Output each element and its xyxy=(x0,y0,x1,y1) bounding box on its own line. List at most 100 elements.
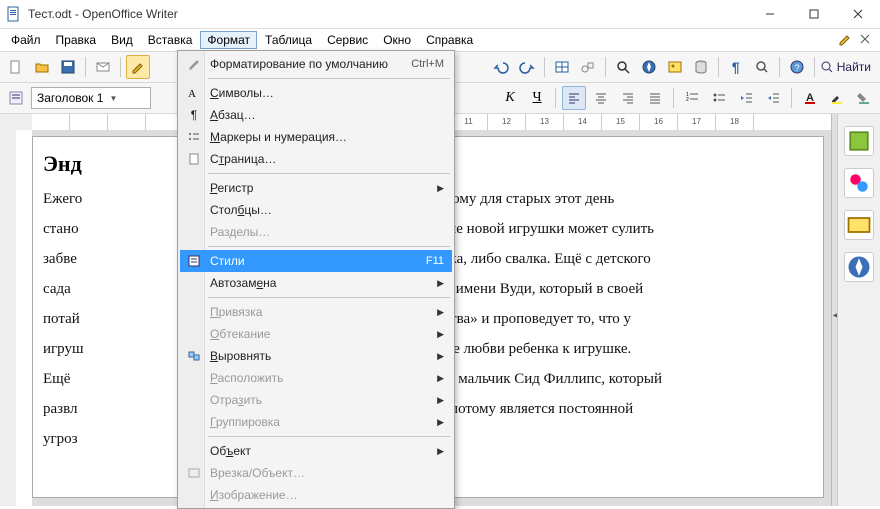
open-button[interactable] xyxy=(30,55,54,79)
doc-close-icon[interactable] xyxy=(860,33,870,47)
sidebar-properties-button[interactable] xyxy=(844,126,874,156)
menu-item-bullets[interactable]: Маркеры и нумерация… xyxy=(180,126,452,148)
search-icon xyxy=(820,60,834,74)
zoom-button[interactable] xyxy=(750,55,774,79)
sidebar-gallery-button[interactable] xyxy=(844,210,874,240)
title-bar: Тест.odt - OpenOffice Writer xyxy=(0,0,880,29)
menu-window[interactable]: Окно xyxy=(376,31,418,49)
mail-button[interactable] xyxy=(91,55,115,79)
menu-item-autocorrect[interactable]: Автозамена▶ xyxy=(180,272,452,294)
submenu-arrow-icon: ▶ xyxy=(437,446,444,457)
menu-item-sections: Разделы… xyxy=(180,221,452,243)
menu-item-wrap: Обтекание▶ xyxy=(180,323,452,345)
submenu-arrow-icon: ▶ xyxy=(437,417,444,428)
gallery-button[interactable] xyxy=(663,55,687,79)
submenu-arrow-icon: ▶ xyxy=(437,329,444,340)
submenu-arrow-icon: ▶ xyxy=(437,183,444,194)
menu-item-default-formatting[interactable]: Форматирование по умолчанию Ctrl+M xyxy=(180,53,452,75)
outdent-button[interactable] xyxy=(734,86,758,110)
submenu-arrow-icon: ▶ xyxy=(437,278,444,289)
menu-tools[interactable]: Сервис xyxy=(320,31,375,49)
bgcolor-button[interactable] xyxy=(852,86,876,110)
datasource-button[interactable] xyxy=(689,55,713,79)
menu-item-case[interactable]: Регистр▶ xyxy=(180,177,452,199)
menu-insert[interactable]: Вставка xyxy=(141,31,200,49)
bullets-icon xyxy=(184,130,204,144)
submenu-arrow-icon: ▶ xyxy=(437,395,444,406)
help-button[interactable]: ? xyxy=(785,55,809,79)
chevron-down-icon: ▼ xyxy=(109,94,117,103)
draw-button[interactable] xyxy=(576,55,600,79)
paragraph-icon: ¶ xyxy=(184,108,204,122)
bullets-button[interactable] xyxy=(707,86,731,110)
menu-item-arrange: Расположить▶ xyxy=(180,367,452,389)
underline-button[interactable]: Ч xyxy=(525,86,549,110)
menu-item-align[interactable]: Выровнять▶ xyxy=(180,345,452,367)
font-color-button[interactable]: A xyxy=(798,86,822,110)
align-center-button[interactable] xyxy=(589,86,613,110)
submenu-arrow-icon: ▶ xyxy=(437,351,444,362)
new-doc-button[interactable] xyxy=(4,55,28,79)
page-icon xyxy=(184,152,204,166)
window-title: Тест.odt - OpenOffice Writer xyxy=(28,7,178,21)
undo-button[interactable] xyxy=(489,55,513,79)
edit-mode-button[interactable] xyxy=(126,55,150,79)
svg-text:2: 2 xyxy=(686,97,689,103)
menu-table[interactable]: Таблица xyxy=(258,31,319,49)
menu-item-object[interactable]: Объект▶ xyxy=(180,440,452,462)
find-label: Найти xyxy=(837,60,871,74)
menu-item-anchor: Привязка▶ xyxy=(180,301,452,323)
close-button[interactable] xyxy=(836,0,880,28)
sidebar-styles-button[interactable] xyxy=(844,168,874,198)
character-icon: A xyxy=(184,86,204,100)
sidebar-panel xyxy=(837,114,880,506)
align-justify-button[interactable] xyxy=(643,86,667,110)
svg-text:?: ? xyxy=(794,63,799,73)
menu-item-frame: Врезка/Объект… xyxy=(180,462,452,484)
redo-button[interactable] xyxy=(515,55,539,79)
table-button[interactable] xyxy=(550,55,574,79)
maximize-button[interactable] xyxy=(792,0,836,28)
highlight-button[interactable] xyxy=(825,86,849,110)
minimize-button[interactable] xyxy=(748,0,792,28)
menu-item-character[interactable]: A Символы… xyxy=(180,82,452,104)
align-right-button[interactable] xyxy=(616,86,640,110)
menu-help[interactable]: Справка xyxy=(419,31,480,49)
find-button[interactable] xyxy=(611,55,635,79)
submenu-arrow-icon: ▶ xyxy=(437,307,444,318)
frame-icon xyxy=(184,466,204,480)
numbering-button[interactable]: 12 xyxy=(680,86,704,110)
menu-bar: Файл Правка Вид Вставка Формат Таблица С… xyxy=(0,29,880,51)
clear-format-icon xyxy=(184,57,204,71)
menu-file[interactable]: Файл xyxy=(4,31,48,49)
edit-pencil-icon[interactable] xyxy=(838,32,852,49)
menu-item-flip: Отразить▶ xyxy=(180,389,452,411)
menu-item-paragraph[interactable]: ¶ Абзац… xyxy=(180,104,452,126)
sidebar-navigator-button[interactable] xyxy=(844,252,874,282)
nonprint-button[interactable]: ¶ xyxy=(724,55,748,79)
styles-dialog-button[interactable] xyxy=(4,86,28,110)
find-toolbar[interactable]: Найти xyxy=(820,60,876,74)
save-button[interactable] xyxy=(56,55,80,79)
align-left-button[interactable] xyxy=(562,86,586,110)
align-icon xyxy=(184,349,204,363)
menu-format[interactable]: Формат xyxy=(200,31,257,49)
paragraph-style-value: Заголовок 1 xyxy=(37,91,103,105)
menu-item-columns[interactable]: Столбцы… xyxy=(180,199,452,221)
menu-item-image: Изображение… xyxy=(180,484,452,506)
menu-item-page[interactable]: Страница… xyxy=(180,148,452,170)
format-menu-dropdown: Форматирование по умолчанию Ctrl+M A Сим… xyxy=(177,50,455,509)
svg-text:A: A xyxy=(188,88,196,100)
menu-edit[interactable]: Правка xyxy=(49,31,104,49)
menu-view[interactable]: Вид xyxy=(104,31,140,49)
navigator-button[interactable] xyxy=(637,55,661,79)
indent-button[interactable] xyxy=(761,86,785,110)
vertical-ruler[interactable] xyxy=(16,130,33,506)
paragraph-style-combo[interactable]: Заголовок 1 ▼ xyxy=(31,87,151,109)
menu-item-styles[interactable]: Стили F11 xyxy=(180,250,452,272)
styles-icon xyxy=(184,254,204,268)
app-icon xyxy=(6,6,22,22)
menu-item-group: Группировка▶ xyxy=(180,411,452,433)
italic-button[interactable]: К xyxy=(498,86,522,110)
submenu-arrow-icon: ▶ xyxy=(437,373,444,384)
